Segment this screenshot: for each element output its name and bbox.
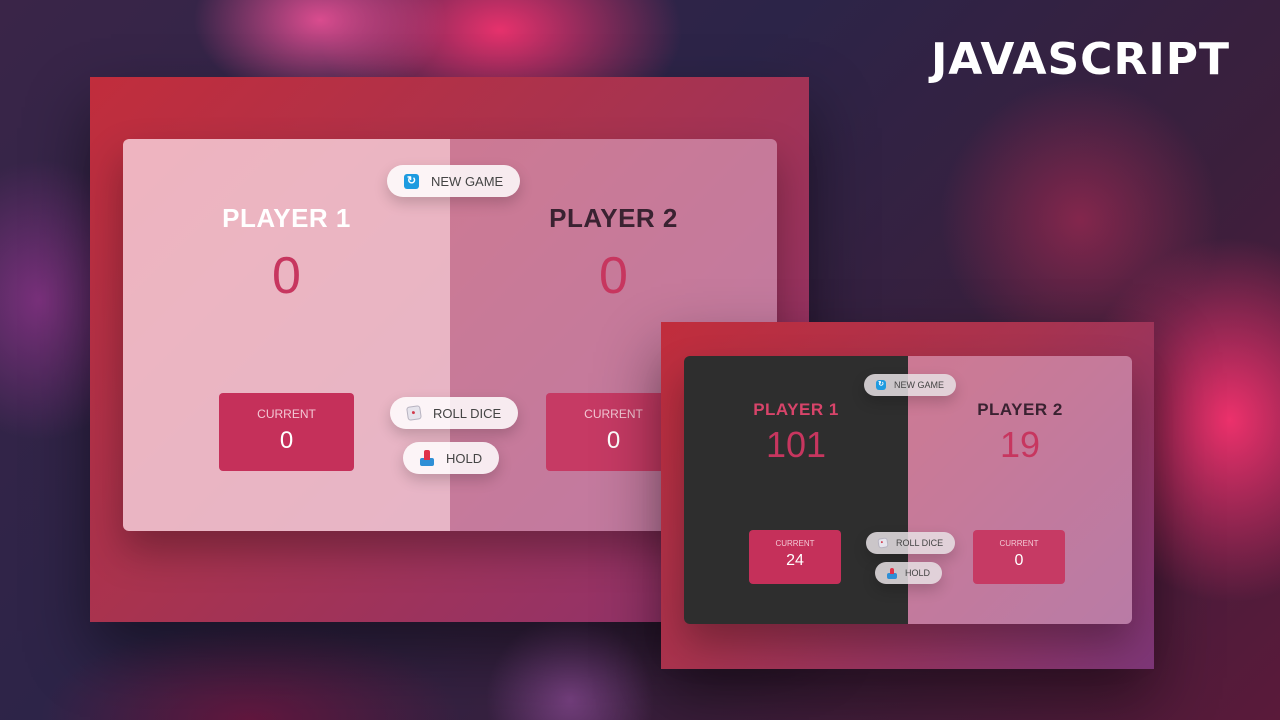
roll-dice-button[interactable]: ROLL DICE [390,397,519,429]
download-inbox-icon [420,450,434,466]
new-game-label: NEW GAME [894,380,945,390]
hold-button[interactable]: HOLD [875,562,943,584]
player-2-current-box: CURRENT 0 [973,530,1065,584]
player-1-current-box: CURRENT 0 [219,393,354,471]
hold-label: HOLD [905,568,931,578]
player-1-current-score: 0 [279,427,294,454]
player-2-panel: PLAYER 2 19 CURRENT 0 [908,356,1132,624]
player-1-score: 101 [765,424,827,465]
player-1-name: PLAYER 1 [222,203,351,233]
player-2-score: 0 [599,247,628,305]
brand-title: JAVASCRIPT [930,34,1230,85]
player-1-current-box: CURRENT 24 [749,530,841,584]
player-2-name: PLAYER 2 [549,203,678,233]
new-game-button[interactable]: ↻ NEW GAME [387,165,521,197]
new-game-label: NEW GAME [431,173,504,189]
refresh-icon: ↻ [404,173,419,189]
player-1-score: 0 [272,247,301,305]
player-1-current-score: 24 [786,552,804,569]
dice-icon [877,537,889,549]
player-2-score: 19 [999,424,1041,465]
player-1-name: PLAYER 1 [753,400,839,419]
roll-dice-label: ROLL DICE [433,405,502,421]
dice-icon [406,405,422,421]
current-label: CURRENT [775,539,815,548]
player-2-current-score: 0 [1014,552,1024,569]
current-label: CURRENT [584,407,643,421]
download-inbox-icon [887,567,897,579]
game-screen-winner: PLAYER 1 101 CURRENT 24 PLAYER 2 19 CURR… [661,322,1154,669]
new-game-button[interactable]: ↻ NEW GAME [864,374,957,396]
player-1-panel: PLAYER 1 0 CURRENT 0 [123,139,450,531]
refresh-icon: ↻ [876,380,886,390]
roll-dice-label: ROLL DICE [896,538,944,548]
current-label: CURRENT [257,407,316,421]
player-2-name: PLAYER 2 [977,400,1063,419]
current-label: CURRENT [999,539,1039,548]
roll-dice-button[interactable]: ROLL DICE [866,532,956,554]
hold-label: HOLD [446,450,483,466]
player-1-panel-winner: PLAYER 1 101 CURRENT 24 [684,356,908,624]
hold-button[interactable]: HOLD [403,442,500,474]
player-2-current-score: 0 [606,427,621,454]
